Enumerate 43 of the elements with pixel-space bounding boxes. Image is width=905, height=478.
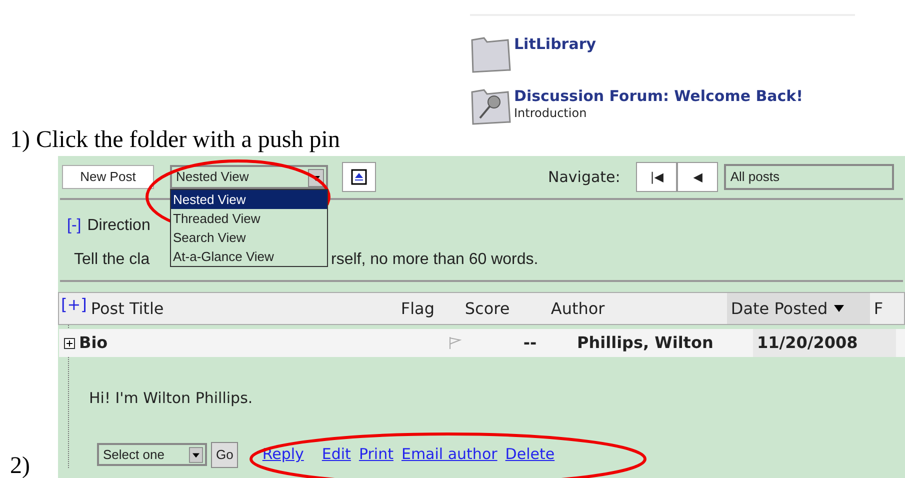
instruction-text: 1) Click the folder with a push pin [10, 126, 340, 154]
folder-link[interactable]: LitLibrary [514, 34, 596, 54]
dropdown-option[interactable]: Threaded View [171, 209, 327, 228]
action-link[interactable]: Email author [401, 443, 498, 466]
collapse-toggle[interactable]: [-] [67, 214, 82, 238]
dropdown-option[interactable]: Search View [171, 228, 327, 247]
post-row[interactable]: Bio -- Phillips, Wilton 11/20/2008 [59, 329, 905, 357]
dropdown-option[interactable]: At-a-Glance View [171, 247, 327, 266]
action-link[interactable]: Print [358, 443, 394, 466]
expand-all-toggle[interactable]: [+] [59, 293, 87, 317]
column-header[interactable]: Score [460, 293, 547, 324]
action-link[interactable]: Delete [505, 443, 555, 466]
column-header[interactable]: Post Title [86, 293, 397, 324]
expand-icon[interactable] [64, 338, 75, 348]
date-cell: 11/20/2008 [753, 329, 896, 357]
column-header[interactable]: Flag [396, 293, 461, 324]
author-cell-text: Phillips, Wilton [576, 332, 714, 354]
posts-filter-dropdown[interactable]: All posts [724, 164, 894, 190]
score-cell-text: -- [522, 332, 538, 354]
action-link[interactable]: Edit [322, 443, 351, 466]
dropdown-option[interactable]: Nested View [171, 190, 327, 209]
folder-icon[interactable] [470, 34, 512, 74]
directions-text: rself, no more than 60 words. [331, 250, 538, 270]
column-header[interactable]: F [870, 293, 900, 324]
go-button[interactable]: Go [211, 442, 238, 468]
step-number: 2) [10, 454, 31, 478]
column-header[interactable]: Author [546, 293, 727, 324]
navigate-label: Navigate: [548, 166, 620, 188]
navigation-button[interactable]: ◀ [677, 162, 718, 192]
pinned-folder-icon[interactable] [470, 86, 512, 126]
dropdown-caret-icon[interactable] [189, 447, 203, 463]
column-header[interactable]: Date Posted [726, 293, 870, 324]
post-title[interactable]: Bio [79, 331, 108, 355]
directions-title: Direction [87, 216, 150, 236]
folder-link[interactable]: Discussion Forum: Welcome Back! [514, 86, 803, 106]
sort-arrow-icon [834, 305, 844, 312]
post-body: Hi! I'm Wilton Phillips. [89, 388, 253, 409]
action-dropdown[interactable]: Select one [97, 443, 207, 466]
directions-text: Tell the cla [74, 250, 151, 270]
collapse-panel-icon[interactable] [342, 162, 376, 192]
new-post-button[interactable]: New Post [62, 165, 154, 189]
folder-subtitle: Introduction [514, 106, 588, 120]
navigation-button[interactable]: |◀ [636, 162, 678, 192]
